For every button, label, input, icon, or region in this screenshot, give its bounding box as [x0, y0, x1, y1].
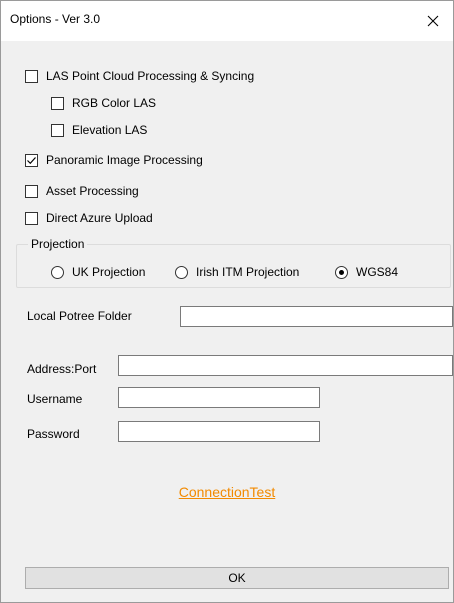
rgb-las-checkbox[interactable]: RGB Color LAS — [51, 95, 156, 111]
ok-button[interactable]: OK — [25, 567, 449, 589]
irish-radio-label: Irish ITM Projection — [196, 265, 300, 279]
uk-projection-radio[interactable]: UK Projection — [51, 264, 145, 280]
las-processing-checkbox[interactable]: LAS Point Cloud Processing & Syncing — [25, 68, 254, 84]
close-icon — [427, 15, 439, 27]
panoramic-processing-checkbox[interactable]: Panoramic Image Processing — [25, 152, 203, 168]
address-port-label: Address:Port — [27, 362, 97, 376]
wgs84-radio-circle[interactable] — [335, 265, 348, 279]
options-window: Options - Ver 3.0 LAS Point Cloud Proces… — [0, 0, 454, 603]
rgb-checkbox-box[interactable] — [51, 96, 64, 110]
potree-folder-input[interactable] — [180, 306, 453, 327]
las-checkbox-box[interactable] — [25, 69, 38, 83]
password-label: Password — [27, 427, 80, 441]
window-title: Options - Ver 3.0 — [10, 12, 101, 26]
las-checkbox-label: LAS Point Cloud Processing & Syncing — [46, 69, 255, 83]
elevation-las-checkbox[interactable]: Elevation LAS — [51, 122, 147, 138]
elevation-checkbox-box[interactable] — [51, 123, 64, 137]
checkmark-icon — [27, 156, 36, 164]
azure-checkbox-box[interactable] — [25, 211, 38, 225]
connection-test-link[interactable]: ConnectionTest — [1, 484, 453, 500]
projection-group-label: Projection — [28, 237, 88, 251]
username-label: Username — [27, 392, 83, 406]
panoramic-checkbox-label: Panoramic Image Processing — [46, 153, 203, 167]
asset-processing-checkbox[interactable]: Asset Processing — [25, 183, 139, 199]
rgb-checkbox-label: RGB Color LAS — [72, 96, 157, 110]
address-port-input[interactable] — [118, 355, 453, 376]
azure-checkbox-label: Direct Azure Upload — [46, 211, 153, 225]
asset-checkbox-label: Asset Processing — [46, 184, 139, 198]
radio-selected-dot — [339, 269, 344, 275]
uk-radio-circle[interactable] — [51, 265, 64, 279]
irish-itm-projection-radio[interactable]: Irish ITM Projection — [175, 264, 299, 280]
close-button[interactable] — [413, 1, 453, 41]
asset-checkbox-box[interactable] — [25, 184, 38, 198]
password-input[interactable] — [118, 421, 320, 442]
azure-upload-checkbox[interactable]: Direct Azure Upload — [25, 210, 153, 226]
uk-radio-label: UK Projection — [72, 265, 146, 279]
title-bar: Options - Ver 3.0 — [1, 1, 453, 41]
panoramic-checkbox-box[interactable] — [25, 153, 38, 167]
wgs84-radio-label: WGS84 — [356, 265, 399, 279]
elevation-checkbox-label: Elevation LAS — [72, 123, 148, 137]
dialog-body: LAS Point Cloud Processing & Syncing RGB… — [1, 41, 453, 602]
potree-folder-label: Local Potree Folder — [27, 309, 132, 323]
wgs84-projection-radio[interactable]: WGS84 — [335, 264, 398, 280]
username-input[interactable] — [118, 387, 320, 408]
irish-radio-circle[interactable] — [175, 265, 188, 279]
